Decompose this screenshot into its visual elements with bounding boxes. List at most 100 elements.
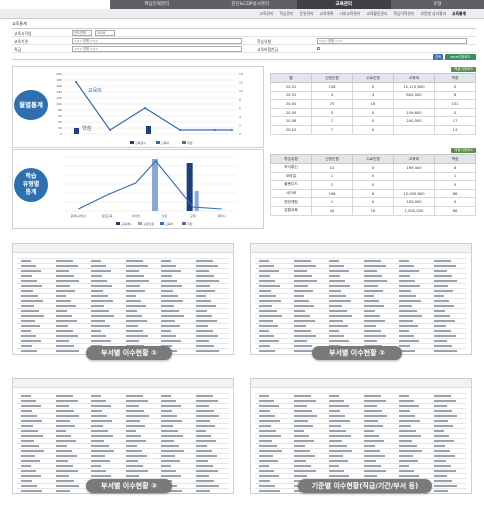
grid-cell: [294, 299, 309, 302]
sub-nav-item[interactable]: 학습이력관리: [393, 11, 414, 17]
grid-cell: [126, 259, 143, 262]
grid-cell: [364, 409, 382, 412]
grid-cell: [364, 474, 377, 477]
grid-cell: [329, 454, 343, 457]
grid-cell: [56, 489, 70, 492]
grid-cell: [434, 299, 449, 302]
sub-nav-item[interactable]: 학습관리: [279, 11, 293, 17]
excel-download-button[interactable]: excel다운로드: [445, 54, 476, 60]
learning-type-table-cell: 1: [434, 171, 476, 182]
grid-cell: [91, 314, 114, 317]
grid-cell: [364, 469, 386, 472]
grid-cell: [161, 404, 181, 407]
grid-cell: [91, 309, 109, 312]
x-tick-label: 신문: [162, 213, 168, 218]
learning-type-table-cell: 블랜디드: [270, 180, 312, 190]
grid-cell: [21, 419, 42, 422]
grid-cell: [294, 419, 308, 422]
grid-cell: [259, 339, 279, 342]
bar: [194, 191, 199, 211]
legend-label: 교육생수: [135, 140, 146, 145]
grid-cell: [329, 399, 344, 402]
sub-nav-item[interactable]: 교육계획: [319, 11, 333, 17]
grid-cell: [91, 289, 103, 292]
monthly-table-cell: 20.01: [270, 82, 312, 92]
learning-type-table-cell: 사이버: [270, 188, 312, 199]
grid-cell: [56, 324, 68, 327]
grid-cell: [161, 309, 179, 312]
top-nav-tab-type[interactable]: 유형: [391, 0, 484, 9]
top-nav-tab-cdp[interactable]: 진단&CDP실시관리: [204, 0, 298, 9]
grid-cell: [399, 454, 413, 457]
monthly-excel-button[interactable]: 엑셀 다운로드: [451, 67, 476, 72]
sub-nav-item[interactable]: 교육관리: [260, 11, 274, 17]
grid-cell: [126, 434, 141, 437]
year-select[interactable]: 2018: [95, 30, 115, 36]
grid-cell: [196, 264, 218, 267]
learning-type-table-cell: 현장체험: [270, 197, 312, 207]
learning-type-table-panel: 엑셀 다운로드 학습유형 신청인원 수료인원 교육비 학점 독서통신 10 0 169,400…: [270, 147, 476, 216]
top-nav-tab-education[interactable]: 교육관리: [297, 0, 391, 9]
learning-type-select[interactable]: === 전체 ===: [317, 38, 467, 44]
grid-cell: [21, 284, 42, 287]
grid-cell: [434, 264, 456, 267]
grid-cell: [126, 304, 146, 307]
grid-cell: [161, 274, 172, 277]
grid-cell: [399, 314, 422, 317]
grid-cell: [126, 424, 145, 427]
sub-nav-item-statistics[interactable]: 교육통계: [452, 11, 466, 17]
grid-cell: [126, 314, 142, 317]
grid-cell: [259, 464, 269, 467]
sub-nav-item[interactable]: 운영관리: [299, 11, 313, 17]
grid-cell: [21, 454, 35, 457]
learning-type-excel-button[interactable]: 엑셀 다운로드: [451, 148, 476, 153]
grid-cell: [161, 469, 176, 472]
grid-cell: [126, 264, 148, 267]
grid-cell: [364, 434, 379, 437]
learning-type-table-cell: 0: [352, 197, 394, 207]
year-type-select[interactable]: 반도전체: [72, 30, 92, 36]
grid-cell: [21, 484, 37, 487]
grid-cell: [126, 334, 148, 337]
grid-cell: [259, 399, 274, 402]
grid-cell: [196, 449, 212, 452]
grid-cell: [294, 344, 312, 347]
grid-cell: [91, 424, 103, 427]
sponsor-checkbox[interactable]: [317, 47, 320, 50]
grid-cell: [161, 454, 175, 457]
grid-cell: [399, 259, 409, 262]
grid-cell: [126, 269, 139, 272]
grid-cell: [56, 414, 79, 417]
institute-select[interactable]: === 전체 ===: [72, 38, 242, 44]
grid-cell: [259, 334, 274, 337]
grid-cell: [329, 309, 347, 312]
learning-type-table-cell: 2: [311, 180, 353, 190]
rank-select[interactable]: === 전체 ===: [72, 46, 242, 52]
sub-nav-item[interactable]: 과정별 성과결과: [420, 11, 446, 17]
search-button[interactable]: 검색: [433, 54, 443, 60]
grid-cell: [161, 464, 171, 467]
learning-type-table-cell: 86: [434, 188, 476, 199]
grid-cell: [434, 449, 450, 452]
grid-cell: [161, 474, 181, 477]
sub-nav-item[interactable]: 사외교육관리: [339, 11, 360, 17]
grid-cell: [329, 439, 342, 442]
grid-cell: [126, 439, 146, 442]
grid-cell: [21, 404, 41, 407]
grid-cell: [21, 409, 32, 412]
learning-type-table-header: 학습유형: [270, 154, 312, 164]
monthly-table-cell: 4: [311, 90, 353, 101]
grid-cell: [434, 314, 450, 317]
grid-cell: [399, 344, 410, 347]
grid-cell: [329, 424, 341, 427]
grid-cell: [161, 429, 178, 432]
grid-cell: [56, 289, 75, 292]
grid-cell: [364, 324, 376, 327]
learning-type-table-cell: 10: [311, 163, 353, 173]
grid-cell: [434, 464, 451, 467]
top-nav-tab-talent[interactable]: 핵심인재관리: [110, 0, 204, 9]
grid-cell: [364, 439, 384, 442]
sub-nav-item[interactable]: 교육활동관리: [366, 11, 387, 17]
grid-cell: [434, 304, 454, 307]
grid-cell: [399, 264, 414, 267]
